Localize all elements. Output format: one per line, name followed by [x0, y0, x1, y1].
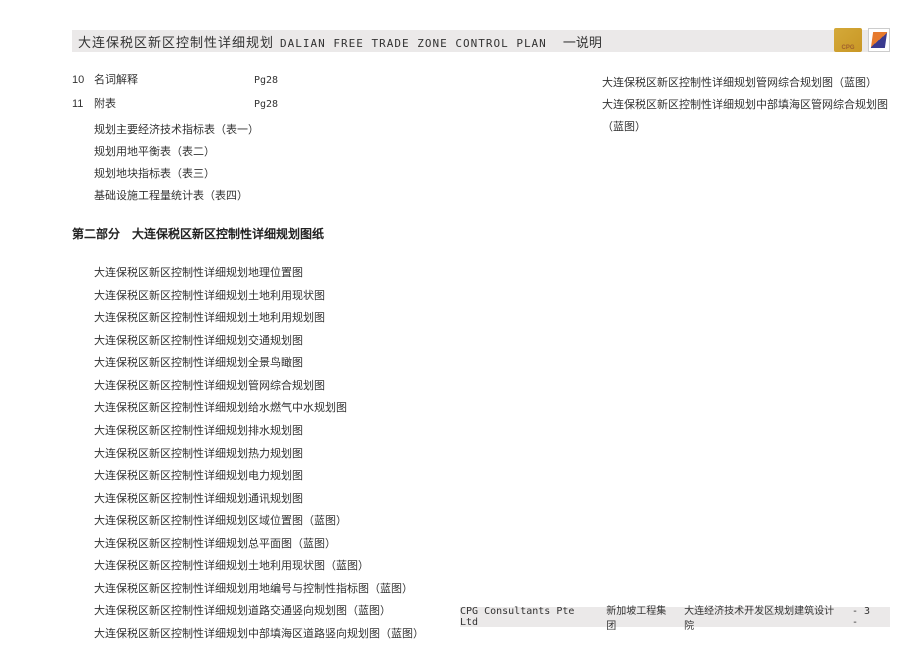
- toc-sub-item: 基础设施工程量统计表（表四）: [94, 185, 552, 207]
- header-title-cn: 大连保税区新区控制性详细规划: [78, 32, 274, 51]
- footer-page-number: - 3 -: [852, 606, 882, 628]
- part2-title: 第二部分 大连保税区新区控制性详细规划图纸: [72, 225, 552, 242]
- toc-row: 10 名词解释 Pg28: [72, 72, 552, 90]
- footer-bar: CPG Consultants Pte Ltd 新加坡工程集团 大连经济技术开发…: [460, 607, 890, 627]
- drawing-item: 大连保税区新区控制性详细规划交通规划图: [94, 330, 552, 353]
- footer-company-cn2: 大连经济技术开发区规划建筑设计院: [684, 602, 844, 632]
- drawing-item: 大连保税区新区控制性详细规划土地利用规划图: [94, 307, 552, 330]
- toc-row: 11 附表 Pg28: [72, 96, 552, 114]
- right-column: 大连保税区新区控制性详细规划管网综合规划图（蓝图） 大连保税区新区控制性详细规划…: [602, 72, 890, 611]
- header-title: 大连保税区新区控制性详细规划 DALIAN FREE TRADE ZONE CO…: [78, 32, 602, 51]
- drawing-item: 大连保税区新区控制性详细规划区域位置图（蓝图）: [94, 510, 552, 533]
- drawing-item: 大连保税区新区控制性详细规划总平面图（蓝图）: [94, 533, 552, 556]
- cpg-logo-icon: [834, 28, 862, 52]
- toc-label: 名词解释: [94, 72, 254, 90]
- footer-company-cn1: 新加坡工程集团: [606, 602, 676, 632]
- header-title-en: DALIAN FREE TRADE ZONE CONTROL PLAN: [280, 37, 547, 50]
- drawing-item: 大连保税区新区控制性详细规划电力规划图: [94, 465, 552, 488]
- toc-page: Pg28: [254, 97, 278, 113]
- drawing-item: 大连保税区新区控制性详细规划热力规划图: [94, 443, 552, 466]
- drawing-item: 大连保税区新区控制性详细规划给水燃气中水规划图: [94, 397, 552, 420]
- toc-label: 附表: [94, 96, 254, 114]
- header-bar: 大连保税区新区控制性详细规划 DALIAN FREE TRADE ZONE CO…: [72, 30, 890, 52]
- content-area: 10 名词解释 Pg28 11 附表 Pg28 规划主要经济技术指标表（表一） …: [72, 72, 890, 611]
- toc-sub-item: 规划地块指标表（表三）: [94, 163, 552, 185]
- footer-company-en: CPG Consultants Pte Ltd: [460, 606, 598, 628]
- drawing-item: 大连保税区新区控制性详细规划地理位置图: [94, 262, 552, 285]
- drawing-item: 大连保税区新区控制性详细规划中部填海区管网综合规划图（蓝图）: [602, 94, 890, 138]
- toc-sub-item: 规划用地平衡表（表二）: [94, 141, 552, 163]
- drawing-item: 大连保税区新区控制性详细规划管网综合规划图: [94, 375, 552, 398]
- left-column: 10 名词解释 Pg28 11 附表 Pg28 规划主要经济技术指标表（表一） …: [72, 72, 552, 611]
- toc-number: 10: [72, 72, 94, 90]
- drawing-item: 大连保税区新区控制性详细规划土地利用现状图（蓝图）: [94, 555, 552, 578]
- drawing-item: 大连保税区新区控制性详细规划全景鸟瞰图: [94, 352, 552, 375]
- header-section-label: 一说明: [563, 32, 602, 51]
- drawing-item: 大连保税区新区控制性详细规划土地利用现状图: [94, 285, 552, 308]
- header-logos: [834, 28, 890, 52]
- partner-logo-icon: [868, 28, 890, 52]
- toc-number: 11: [72, 96, 94, 114]
- drawing-item: 大连保税区新区控制性详细规划管网综合规划图（蓝图）: [602, 72, 890, 94]
- toc-sub-item: 规划主要经济技术指标表（表一）: [94, 119, 552, 141]
- drawing-item: 大连保税区新区控制性详细规划排水规划图: [94, 420, 552, 443]
- drawing-item: 大连保税区新区控制性详细规划用地编号与控制性指标图（蓝图）: [94, 578, 552, 601]
- toc-page: Pg28: [254, 73, 278, 89]
- drawing-item: 大连保税区新区控制性详细规划通讯规划图: [94, 488, 552, 511]
